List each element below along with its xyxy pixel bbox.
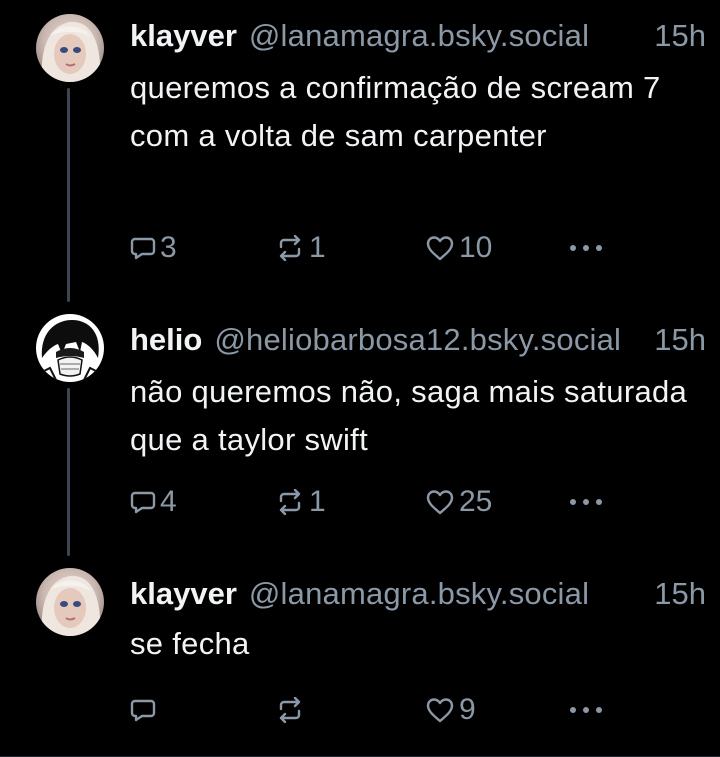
timestamp[interactable]: 15h bbox=[654, 318, 706, 362]
post-1[interactable]: klayver @lanamagra.bsky.social 15h quere… bbox=[0, 0, 720, 302]
repost-icon bbox=[279, 697, 301, 723]
heart-icon bbox=[426, 236, 454, 261]
action-bar: 3 1 10 bbox=[130, 228, 710, 268]
reply-icon bbox=[130, 699, 156, 722]
handle[interactable]: @heliobarbosa12.bsky.social bbox=[214, 318, 644, 362]
post-text: não queremos não, saga mais saturada que… bbox=[130, 374, 688, 457]
reply-button[interactable]: 4 bbox=[130, 482, 177, 522]
heart-icon bbox=[426, 490, 454, 515]
post-text: se fecha bbox=[130, 626, 250, 661]
thread-line bbox=[67, 88, 70, 302]
repost-count: 1 bbox=[309, 231, 326, 264]
avatar[interactable] bbox=[36, 568, 104, 636]
more-dots-icon bbox=[570, 499, 602, 505]
action-bar: 9 bbox=[130, 690, 710, 730]
reply-count: 4 bbox=[160, 485, 177, 518]
repost-button[interactable]: 1 bbox=[275, 228, 326, 268]
reply-button[interactable]: 3 bbox=[130, 228, 177, 268]
post-header: klayver @lanamagra.bsky.social 15h bbox=[130, 14, 706, 58]
post-text: queremos a confirmação de scream 7 com a… bbox=[130, 70, 661, 153]
more-button[interactable] bbox=[568, 482, 604, 522]
more-button[interactable] bbox=[568, 228, 604, 268]
reply-button[interactable] bbox=[130, 690, 160, 730]
like-button[interactable]: 9 bbox=[425, 690, 476, 730]
repost-button[interactable]: 1 bbox=[275, 482, 326, 522]
action-bar: 4 1 25 bbox=[130, 482, 710, 522]
more-dots-icon bbox=[570, 707, 602, 713]
avatar[interactable] bbox=[36, 14, 104, 82]
repost-button[interactable] bbox=[275, 690, 309, 730]
more-button[interactable] bbox=[568, 690, 604, 730]
timestamp[interactable]: 15h bbox=[654, 572, 706, 616]
timestamp[interactable]: 15h bbox=[654, 14, 706, 58]
thread-line bbox=[67, 388, 70, 556]
reply-icon bbox=[130, 237, 156, 260]
repost-count: 1 bbox=[309, 485, 326, 518]
like-button[interactable]: 25 bbox=[425, 482, 492, 522]
display-name[interactable]: klayver bbox=[130, 572, 237, 616]
handle[interactable]: @lanamagra.bsky.social bbox=[249, 572, 644, 616]
reply-icon bbox=[130, 491, 156, 514]
repost-icon bbox=[279, 235, 301, 261]
anime-masked-avatar-icon bbox=[36, 314, 104, 382]
avatar[interactable] bbox=[36, 314, 104, 382]
handle[interactable]: @lanamagra.bsky.social bbox=[249, 14, 644, 58]
more-dots-icon bbox=[570, 245, 602, 251]
reply-count: 3 bbox=[160, 231, 177, 264]
like-count: 25 bbox=[459, 485, 493, 518]
blonde-person-avatar-icon bbox=[36, 568, 104, 636]
post-3[interactable]: klayver @lanamagra.bsky.social 15h se fe… bbox=[0, 560, 720, 757]
post-header: helio @heliobarbosa12.bsky.social 15h bbox=[130, 318, 706, 362]
post-header: klayver @lanamagra.bsky.social 15h bbox=[130, 572, 706, 616]
like-count: 10 bbox=[459, 231, 493, 264]
like-count: 9 bbox=[459, 693, 476, 726]
blonde-person-avatar-icon bbox=[36, 14, 104, 82]
repost-icon bbox=[279, 489, 301, 515]
heart-icon bbox=[426, 698, 454, 723]
display-name[interactable]: helio bbox=[130, 318, 202, 362]
post-2[interactable]: helio @heliobarbosa12.bsky.social 15h nã… bbox=[0, 300, 720, 560]
display-name[interactable]: klayver bbox=[130, 14, 237, 58]
like-button[interactable]: 10 bbox=[425, 228, 492, 268]
